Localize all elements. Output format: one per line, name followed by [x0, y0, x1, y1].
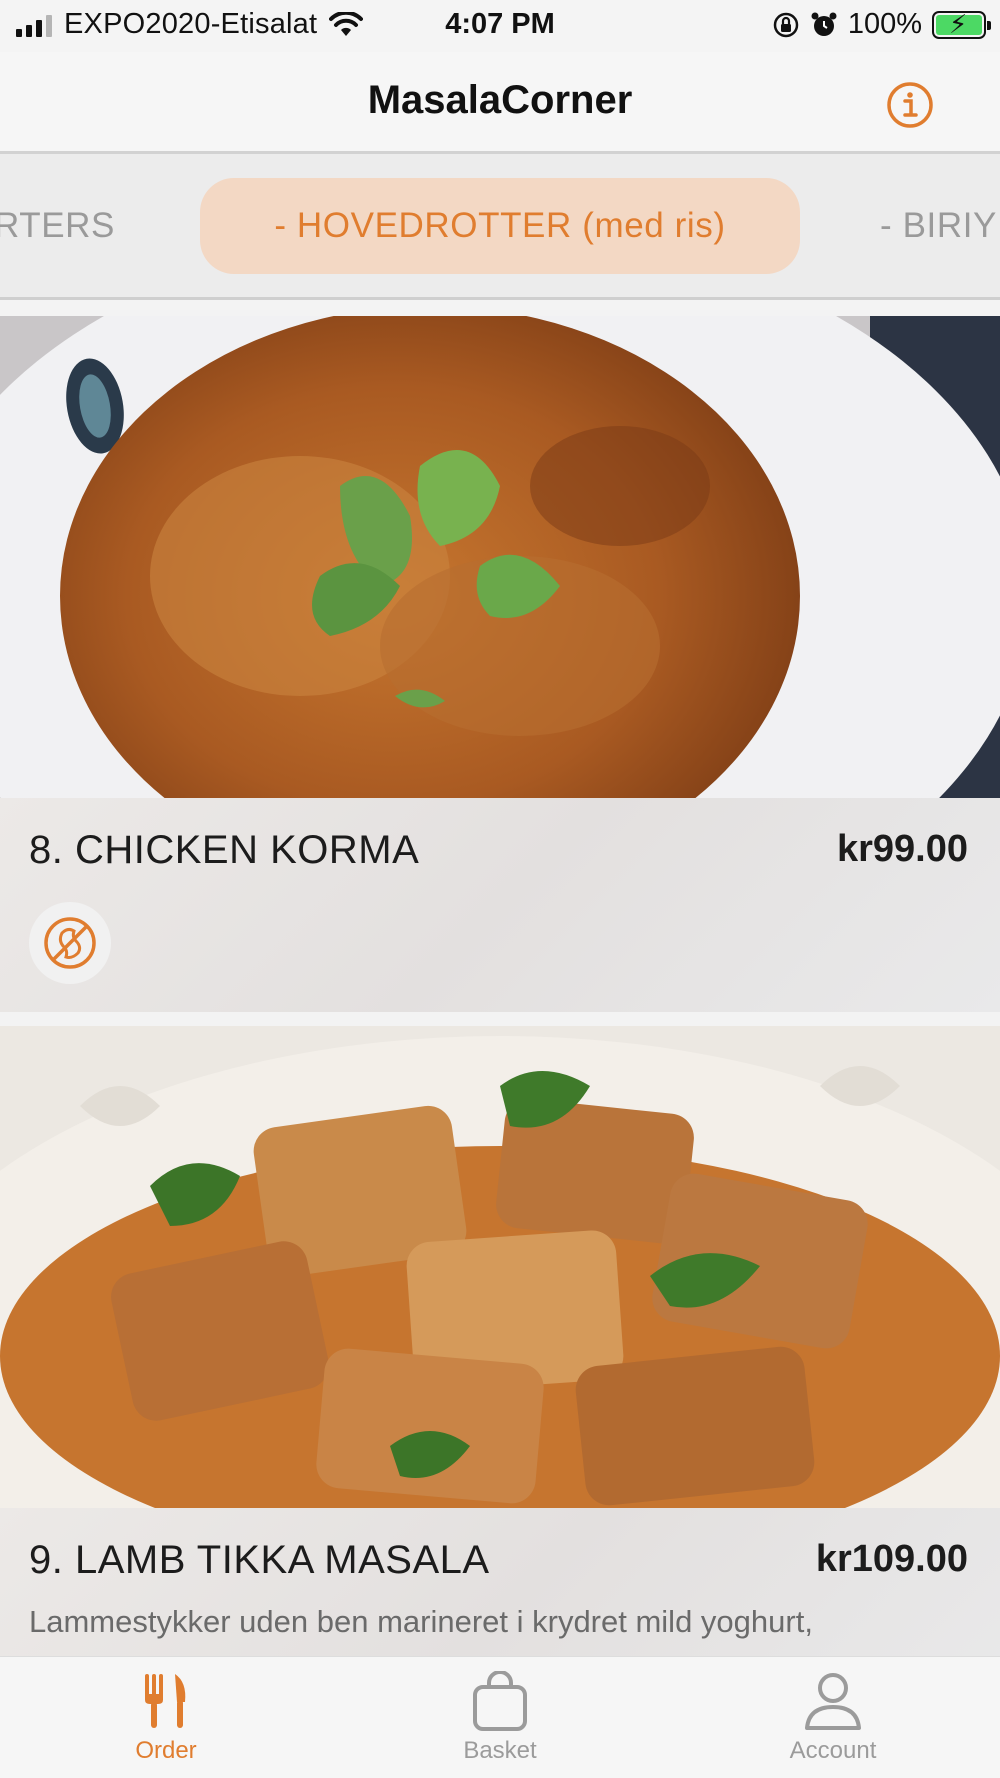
tab-account[interactable]: Account	[733, 1669, 933, 1773]
page-title: MasalaCorner	[367, 78, 633, 122]
utensils-icon	[145, 1674, 186, 1728]
menu-item-chicken-korma[interactable]: 8. CHICKEN KORMA kr99.00	[0, 316, 1000, 1012]
tab-account-label: Account	[789, 1737, 877, 1764]
nav-bar: MasalaCorner	[0, 52, 1000, 154]
menu-item-info: 8. CHICKEN KORMA kr99.00	[0, 798, 1000, 1012]
category-tab-hovedretter[interactable]: - HOVEDROTTER (med ris)	[200, 178, 800, 274]
dish-image-lamb-tikka-masala	[0, 1026, 1000, 1508]
menu-item-lamb-tikka-masala[interactable]: 9. LAMB TIKKA MASALA kr109.00 Lammestykk…	[0, 1026, 1000, 1656]
item-price: kr109.00	[815, 1538, 968, 1580]
tab-order-label: Order	[135, 1737, 197, 1764]
status-right: 100% ⚡	[772, 8, 991, 41]
menu-item-info: 9. LAMB TIKKA MASALA kr109.00 Lammestykk…	[0, 1508, 1000, 1656]
status-bar: EXPO2020-Etisalat 4:07 PM 100% ⚡	[0, 0, 1000, 52]
item-description: Lammestykker uden ben marineret i krydre…	[29, 1604, 813, 1639]
allergen-badge	[29, 902, 111, 984]
item-name: 9. LAMB TIKKA MASALA	[29, 1538, 490, 1582]
battery-percent: 100%	[847, 8, 922, 40]
orientation-lock-icon	[773, 12, 799, 37]
item-price: kr99.00	[836, 828, 968, 870]
tab-basket[interactable]: Basket	[400, 1669, 600, 1773]
no-peanut-icon	[44, 917, 96, 969]
item-name: 8. CHICKEN KORMA	[29, 828, 420, 872]
menu-list: 8. CHICKEN KORMA kr99.00 9. LAMB TIKKA M…	[0, 316, 1000, 1656]
dish-image-chicken-korma	[0, 316, 1000, 798]
tab-bar: Order Basket Account	[0, 1656, 1000, 1778]
tab-basket-label: Basket	[463, 1737, 537, 1764]
shopping-bag-icon	[473, 1671, 527, 1731]
tab-order[interactable]: Order	[66, 1669, 266, 1773]
alarm-icon	[811, 12, 837, 36]
category-tab-biryani[interactable]: - BIRIY	[880, 178, 997, 274]
info-button[interactable]	[886, 81, 934, 129]
category-tabs: RTERS - HOVEDROTTER (med ris) - BIRIY	[0, 154, 1000, 300]
category-tab-starters[interactable]: RTERS	[0, 178, 115, 274]
person-icon	[805, 1673, 861, 1730]
battery-icon: ⚡	[932, 10, 991, 39]
